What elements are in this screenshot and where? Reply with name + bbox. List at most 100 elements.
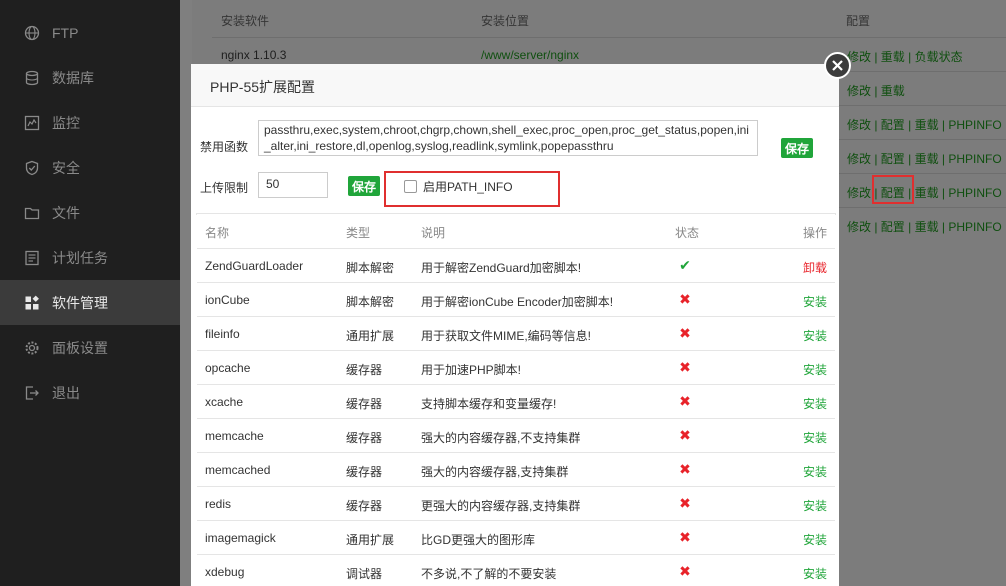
extension-desc: 比GD更强大的图形库 [421,533,536,547]
upload-limit-input[interactable]: 50 [258,172,328,198]
extension-desc: 用于获取文件MIME,编码等信息! [421,329,591,343]
sidebar-item-monitor[interactable]: 监控 [0,100,180,145]
sidebar-item-label: 面板设置 [52,339,108,356]
modal-title: PHP-55扩展配置 [210,79,316,95]
extension-type: 缓存器 [346,363,383,377]
sidebar-item-cron[interactable]: 计划任务 [0,235,180,280]
pathinfo-checkbox[interactable] [404,180,417,193]
sidebar-item-label: 软件管理 [52,294,108,311]
extension-desc: 用于加速PHP脚本! [421,363,522,377]
extension-desc: 不多说,不了解的不要安装 [421,567,557,581]
install-button[interactable]: 安装 [803,361,827,378]
upload-limit-label: 上传限制 [200,181,249,195]
install-button[interactable]: 安装 [803,497,827,514]
header-action: 操作 [802,226,827,240]
sidebar-item-logout[interactable]: 退出 [0,370,180,415]
software-actions[interactable]: 修改 | 配置 | 重载 | PHPINFO [847,116,1002,133]
php-extension-modal: PHP-55扩展配置 禁用函数 passthru,exec,system,chr… [191,64,839,586]
close-icon[interactable] [824,52,851,79]
sidebar: FTP 数据库 监控 安全 文件 计划任务 软件管理 面板设置 退出 [0,0,180,586]
extension-type: 缓存器 [346,499,383,513]
table-row: ZendGuardLoader 脚本解密 用于解密ZendGuard加密脚本! ✔ 卸载 [197,248,835,283]
header-location: 安装位置 [481,14,530,28]
header-type: 类型 [346,226,371,240]
extension-desc: 更强大的内容缓存器,支持集群 [421,499,581,513]
extension-table: 名称 类型 说明 状态 操作 ZendGuardLoader 脚本解密 用于解密Ze… [196,213,836,581]
cross-icon: ✖ [679,495,691,511]
globe-icon [24,25,40,41]
header-name: 名称 [205,226,230,240]
extension-table-header: 名称 类型 说明 状态 操作 [197,214,835,248]
sidebar-item-label: 文件 [52,204,80,221]
software-path[interactable]: /www/server/nginx [481,48,579,62]
gear-icon [24,340,40,356]
extension-name: redis [205,497,232,511]
cross-icon: ✖ [679,359,691,375]
install-button[interactable]: 安装 [803,531,827,548]
sidebar-item-files[interactable]: 文件 [0,190,180,235]
software-actions[interactable]: 修改 | 配置 | 重载 | PHPINFO [847,150,1002,167]
header-config: 配置 [846,14,871,28]
uninstall-button[interactable]: 卸载 [803,259,827,276]
install-button[interactable]: 安装 [803,395,827,412]
table-row: xdebug 调试器 不多说,不了解的不要安装 ✖ 安装 [197,554,835,586]
extension-type: 缓存器 [346,465,383,479]
sidebar-item-security[interactable]: 安全 [0,145,180,190]
extension-name: xcache [205,395,244,409]
sidebar-item-database[interactable]: 数据库 [0,55,180,100]
cross-icon: ✖ [679,325,691,341]
disabled-functions-label: 禁用函数 [200,140,249,154]
table-row: xcache 缓存器 支持脚本缓存和变量缓存! ✖ 安装 [197,384,835,419]
software-actions[interactable]: 修改 | 重载 | 负载状态 [847,48,963,65]
save-upload-button[interactable]: 保存 [348,176,380,196]
extension-desc: 用于解密ionCube Encoder加密脚本! [421,295,614,309]
sidebar-item-label: 计划任务 [52,249,108,266]
extension-type: 缓存器 [346,431,383,445]
cross-icon: ✖ [679,291,691,307]
software-actions[interactable]: 修改 | 配置 | 重载 | PHPINFO [847,184,1002,201]
extension-desc: 强大的内容缓存器,不支持集群 [421,431,581,445]
sidebar-item-ftp[interactable]: FTP [0,10,180,55]
extension-type: 脚本解密 [346,295,395,309]
cross-icon: ✖ [679,563,691,579]
sidebar-item-label: 安全 [52,159,80,176]
cross-icon: ✖ [679,427,691,443]
software-name: nginx 1.10.3 [221,48,287,62]
table-row: redis 缓存器 更强大的内容缓存器,支持集群 ✖ 安装 [197,486,835,521]
extension-desc: 用于解密ZendGuard加密脚本! [421,261,582,275]
folder-icon [24,205,40,221]
extension-name: memcache [205,429,264,443]
extension-name: ionCube [205,293,250,307]
install-button[interactable]: 安装 [803,565,827,582]
list-icon [24,250,40,266]
extension-name: xdebug [205,565,245,579]
shield-icon [24,160,40,176]
table-row: fileinfo 通用扩展 用于获取文件MIME,编码等信息! ✖ 安装 [197,316,835,351]
table-row: opcache 缓存器 用于加速PHP脚本! ✖ 安装 [197,350,835,385]
monitor-icon [24,115,40,131]
install-button[interactable]: 安装 [803,429,827,446]
install-button[interactable]: 安装 [803,293,827,310]
cross-icon: ✖ [679,461,691,477]
software-actions[interactable]: 修改 | 重载 [847,82,905,99]
check-icon: ✔ [679,257,691,273]
sidebar-item-software[interactable]: 软件管理 [0,280,180,325]
extension-name: memcached [205,463,271,477]
sidebar-item-label: 监控 [52,114,80,131]
database-icon [24,70,40,86]
extension-name: imagemagick [205,531,276,545]
install-button[interactable]: 安装 [803,327,827,344]
cross-icon: ✖ [679,529,691,545]
install-button[interactable]: 安装 [803,463,827,480]
extension-type: 通用扩展 [346,533,395,547]
sidebar-item-panel-settings[interactable]: 面板设置 [0,325,180,370]
table-row: imagemagick 通用扩展 比GD更强大的图形库 ✖ 安装 [197,520,835,555]
software-actions[interactable]: 修改 | 配置 | 重载 | PHPINFO [847,218,1002,235]
extension-type: 调试器 [346,567,383,581]
disabled-functions-textarea[interactable]: passthru,exec,system,chroot,chgrp,chown,… [258,120,758,156]
extension-name: opcache [205,361,251,375]
apps-icon [24,295,40,311]
table-row: memcached 缓存器 强大的内容缓存器,支持集群 ✖ 安装 [197,452,835,487]
pathinfo-label: 启用PATH_INFO [423,180,513,194]
save-functions-button[interactable]: 保存 [781,138,813,158]
